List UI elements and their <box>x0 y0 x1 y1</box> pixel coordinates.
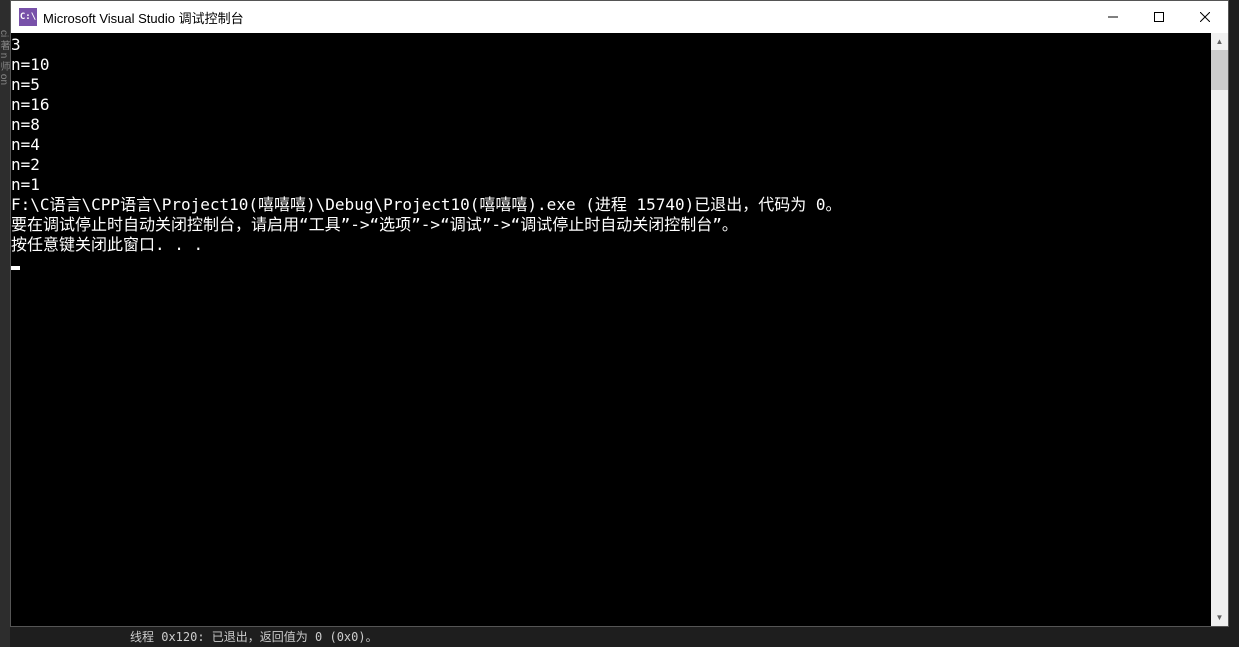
window-title: Microsoft Visual Studio 调试控制台 <box>43 8 1090 27</box>
console-line: n=8 <box>11 115 1211 135</box>
maximize-icon <box>1154 12 1164 22</box>
app-icon: C:\ <box>19 8 37 26</box>
console-area: 3n=10n=5n=16n=8n=4n=2n=1F:\C语言\CPP语言\Pro… <box>11 33 1228 626</box>
console-line: n=10 <box>11 55 1211 75</box>
close-icon <box>1200 12 1210 22</box>
console-line: 要在调试停止时自动关闭控制台，请启用“工具”->“选项”->“调试”->“调试停… <box>11 215 1211 235</box>
minimize-button[interactable] <box>1090 1 1136 33</box>
window-controls <box>1090 1 1228 33</box>
ide-output-fragment: 线程 0x120: 已退出，返回值为 0 (0x0)。 <box>10 627 1229 647</box>
console-cursor-line <box>11 255 1211 275</box>
console-line: n=2 <box>11 155 1211 175</box>
console-line: 按任意键关闭此窗口. . . <box>11 235 1211 255</box>
scrollbar-thumb[interactable] <box>1211 50 1228 90</box>
scroll-up-arrow[interactable]: ▲ <box>1211 33 1228 50</box>
console-line: n=4 <box>11 135 1211 155</box>
console-line: n=5 <box>11 75 1211 95</box>
vertical-scrollbar[interactable]: ▲ ▼ <box>1211 33 1228 626</box>
console-line: F:\C语言\CPP语言\Project10(嘻嘻嘻)\Debug\Projec… <box>11 195 1211 215</box>
console-window: C:\ Microsoft Visual Studio 调试控制台 3n=10n… <box>10 0 1229 627</box>
close-button[interactable] <box>1182 1 1228 33</box>
console-output[interactable]: 3n=10n=5n=16n=8n=4n=2n=1F:\C语言\CPP语言\Pro… <box>11 33 1211 626</box>
console-line: 3 <box>11 35 1211 55</box>
maximize-button[interactable] <box>1136 1 1182 33</box>
editor-gutter-fragment: ci 著 n 师 on <box>0 0 10 647</box>
cursor-icon <box>11 266 20 270</box>
scroll-down-arrow[interactable]: ▼ <box>1211 609 1228 626</box>
titlebar[interactable]: C:\ Microsoft Visual Studio 调试控制台 <box>11 1 1228 33</box>
minimize-icon <box>1108 12 1118 22</box>
console-line: n=16 <box>11 95 1211 115</box>
console-line: n=1 <box>11 175 1211 195</box>
